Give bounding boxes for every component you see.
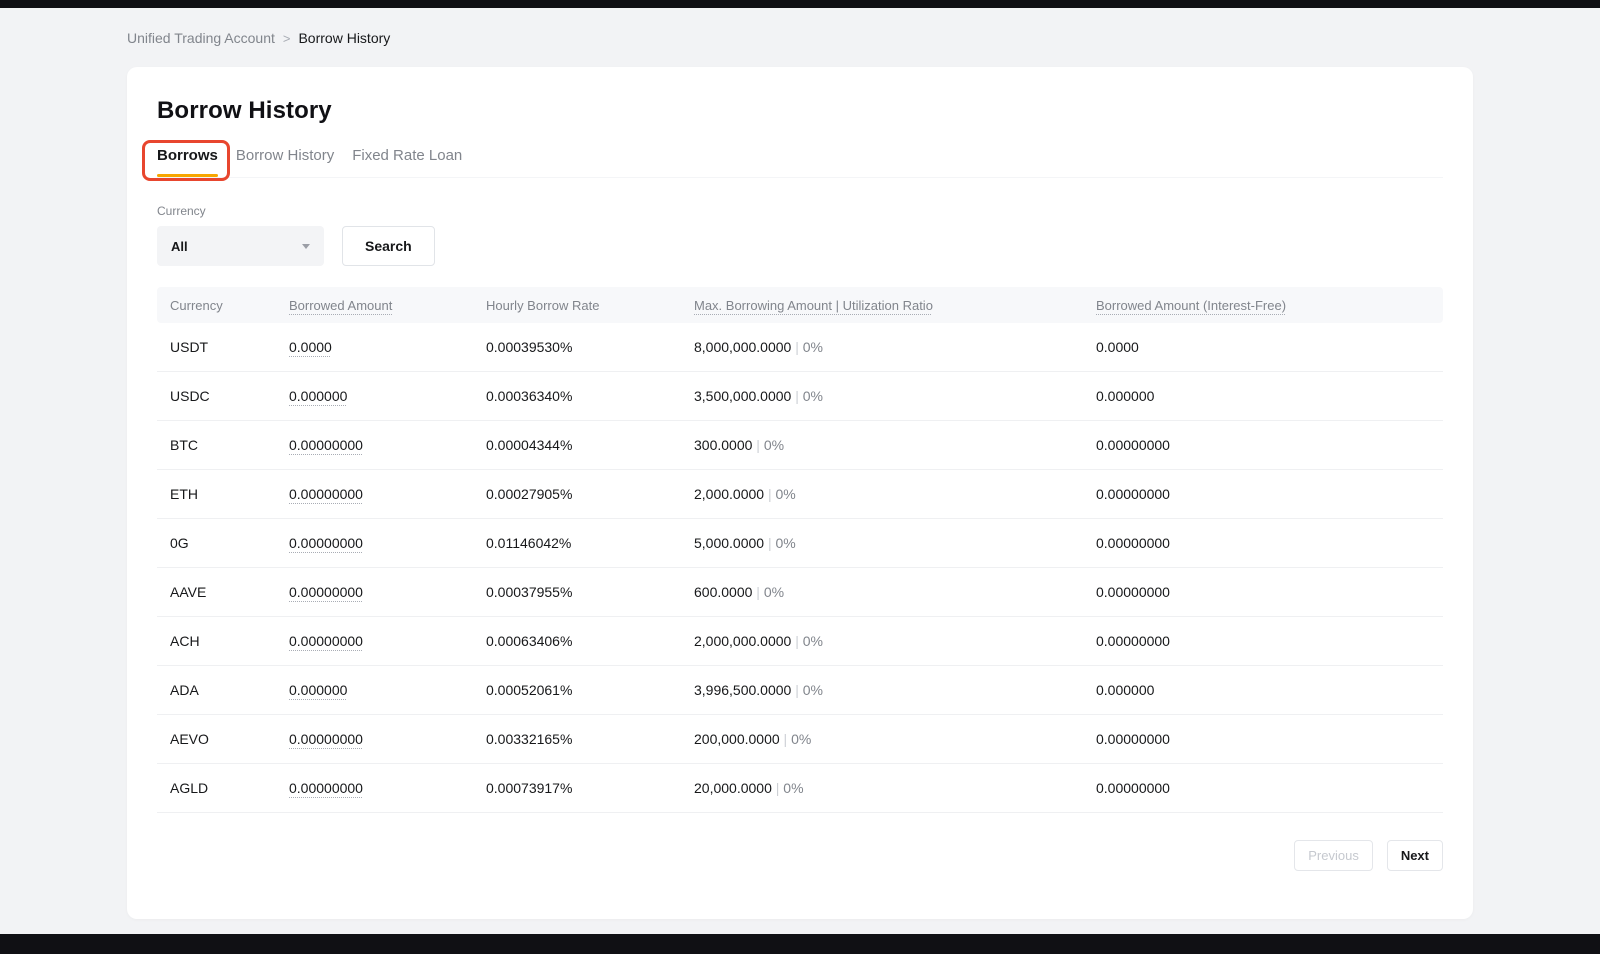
table-row: AEVO0.000000000.00332165%200,000.0000 | … (157, 715, 1443, 764)
page-content: Unified Trading Account > Borrow History… (0, 8, 1600, 919)
table-row: 0G0.000000000.01146042%5,000.0000 | 0%0.… (157, 519, 1443, 568)
breadcrumb: Unified Trading Account > Borrow History (127, 30, 1600, 46)
column-header: Currency (170, 298, 289, 313)
cell-max-borrowing-utilization: 2,000,000.0000 | 0% (694, 633, 1096, 649)
cell-borrowed-amount: 0.00000000 (289, 731, 486, 747)
cell-borrowed-interest-free: 0.000000 (1096, 682, 1430, 698)
cell-borrowed-interest-free: 0.00000000 (1096, 731, 1430, 747)
cell-max-borrowing-utilization: 2,000.0000 | 0% (694, 486, 1096, 502)
cell-hourly-borrow-rate: 0.00036340% (486, 388, 694, 404)
cell-borrowed-amount: 0.00000000 (289, 437, 486, 453)
previous-page-button[interactable]: Previous (1294, 840, 1373, 871)
next-page-button[interactable]: Next (1387, 840, 1443, 871)
cell-max-borrowing-utilization: 200,000.0000 | 0% (694, 731, 1096, 747)
cell-hourly-borrow-rate: 0.00004344% (486, 437, 694, 453)
cell-borrowed-interest-free: 0.00000000 (1096, 633, 1430, 649)
breadcrumb-parent-link[interactable]: Unified Trading Account (127, 30, 275, 46)
cell-hourly-borrow-rate: 0.00052061% (486, 682, 694, 698)
cell-borrowed-interest-free: 0.0000 (1096, 339, 1430, 355)
cell-borrowed-interest-free: 0.00000000 (1096, 486, 1430, 502)
cell-max-borrowing-utilization: 8,000,000.0000 | 0% (694, 339, 1096, 355)
cell-max-borrowing-utilization: 3,500,000.0000 | 0% (694, 388, 1096, 404)
cell-borrowed-interest-free: 0.00000000 (1096, 780, 1430, 796)
top-bar (0, 0, 1600, 8)
cell-max-borrowing-utilization: 5,000.0000 | 0% (694, 535, 1096, 551)
cell-borrowed-amount: 0.00000000 (289, 780, 486, 796)
currency-filter-label: Currency (157, 204, 1443, 218)
table-row: ETH0.000000000.00027905%2,000.0000 | 0%0… (157, 470, 1443, 519)
cell-hourly-borrow-rate: 0.00039530% (486, 339, 694, 355)
cell-hourly-borrow-rate: 0.00037955% (486, 584, 694, 600)
cell-hourly-borrow-rate: 0.00073917% (486, 780, 694, 796)
tabs: Borrows Borrow History Fixed Rate Loan (157, 147, 1443, 178)
cell-currency: USDT (170, 339, 289, 355)
column-header: Borrowed Amount (Interest-Free) (1096, 298, 1430, 313)
cell-currency: ETH (170, 486, 289, 502)
filter-row: All Search (157, 226, 1443, 266)
cell-borrowed-interest-free: 0.00000000 (1096, 535, 1430, 551)
cell-borrowed-amount: 0.0000 (289, 339, 486, 355)
pagination: Previous Next (157, 840, 1443, 871)
page-title: Borrow History (157, 95, 1443, 127)
cell-hourly-borrow-rate: 0.00027905% (486, 486, 694, 502)
cell-currency: ACH (170, 633, 289, 649)
table-row: USDC0.0000000.00036340%3,500,000.0000 | … (157, 372, 1443, 421)
tab-borrow-history[interactable]: Borrow History (236, 147, 334, 177)
cell-borrowed-amount: 0.00000000 (289, 486, 486, 502)
breadcrumb-current: Borrow History (298, 30, 390, 46)
column-header: Hourly Borrow Rate (486, 298, 694, 313)
cell-max-borrowing-utilization: 3,996,500.0000 | 0% (694, 682, 1096, 698)
cell-hourly-borrow-rate: 0.01146042% (486, 535, 694, 551)
cell-max-borrowing-utilization: 600.0000 | 0% (694, 584, 1096, 600)
table-row: ADA0.0000000.00052061%3,996,500.0000 | 0… (157, 666, 1443, 715)
search-button[interactable]: Search (342, 226, 435, 266)
cell-currency: AAVE (170, 584, 289, 600)
cell-currency: AEVO (170, 731, 289, 747)
currency-select[interactable]: All (157, 226, 324, 266)
cell-currency: ADA (170, 682, 289, 698)
cell-borrowed-amount: 0.000000 (289, 682, 486, 698)
bottom-bar (0, 934, 1600, 954)
table-row: BTC0.000000000.00004344%300.0000 | 0%0.0… (157, 421, 1443, 470)
cell-borrowed-amount: 0.00000000 (289, 535, 486, 551)
cell-borrowed-amount: 0.00000000 (289, 584, 486, 600)
cell-borrowed-interest-free: 0.000000 (1096, 388, 1430, 404)
cell-borrowed-amount: 0.000000 (289, 388, 486, 404)
table-row: AAVE0.000000000.00037955%600.0000 | 0%0.… (157, 568, 1443, 617)
table-row: AGLD0.000000000.00073917%20,000.0000 | 0… (157, 764, 1443, 813)
cell-currency: AGLD (170, 780, 289, 796)
cell-max-borrowing-utilization: 20,000.0000 | 0% (694, 780, 1096, 796)
chevron-down-icon (302, 244, 310, 249)
table-body: USDT0.00000.00039530%8,000,000.0000 | 0%… (157, 323, 1443, 813)
table-row: ACH0.000000000.00063406%2,000,000.0000 |… (157, 617, 1443, 666)
table-header: CurrencyBorrowed AmountHourly Borrow Rat… (157, 287, 1443, 323)
cell-hourly-borrow-rate: 0.00063406% (486, 633, 694, 649)
cell-borrowed-amount: 0.00000000 (289, 633, 486, 649)
column-header: Max. Borrowing Amount | Utilization Rati… (694, 298, 1096, 313)
borrow-history-card: Borrow History Borrows Borrow History Fixe… (127, 67, 1473, 919)
breadcrumb-separator: > (283, 31, 291, 46)
borrows-table: CurrencyBorrowed AmountHourly Borrow Rat… (157, 287, 1443, 813)
cell-max-borrowing-utilization: 300.0000 | 0% (694, 437, 1096, 453)
cell-currency: 0G (170, 535, 289, 551)
tab-borrows[interactable]: Borrows (157, 147, 218, 177)
cell-borrowed-interest-free: 0.00000000 (1096, 437, 1430, 453)
cell-currency: USDC (170, 388, 289, 404)
cell-hourly-borrow-rate: 0.00332165% (486, 731, 694, 747)
column-header: Borrowed Amount (289, 298, 486, 313)
tab-fixed-rate-loan[interactable]: Fixed Rate Loan (352, 147, 462, 177)
table-row: USDT0.00000.00039530%8,000,000.0000 | 0%… (157, 323, 1443, 372)
cell-currency: BTC (170, 437, 289, 453)
currency-select-value: All (171, 239, 188, 254)
cell-borrowed-interest-free: 0.00000000 (1096, 584, 1430, 600)
